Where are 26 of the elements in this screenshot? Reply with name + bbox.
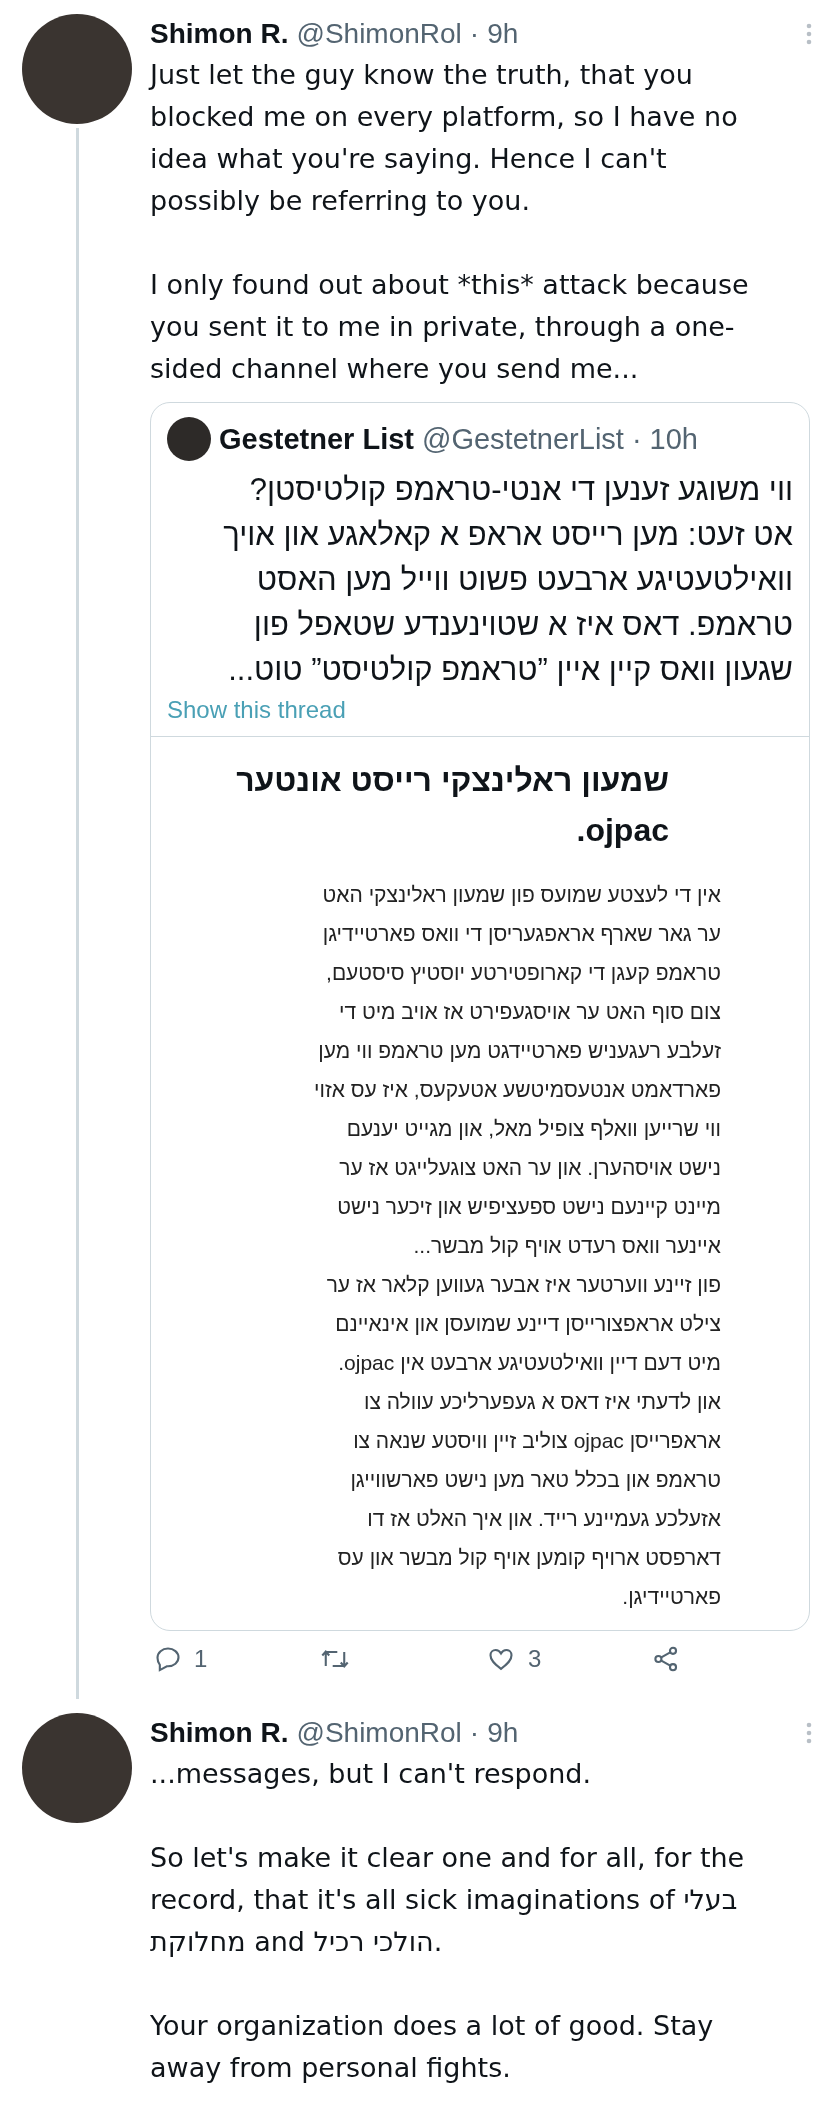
separator-dot: · — [469, 18, 480, 50]
author-name[interactable]: Shimon R. — [150, 18, 289, 50]
tweet-text: ...messages, but I can't respond. — [150, 1757, 593, 1791]
author-handle[interactable]: @ShimonRol — [296, 18, 462, 50]
quoted-tweet-card[interactable] — [150, 402, 810, 1631]
tweet-time[interactable]: 9h — [487, 18, 519, 50]
tweet-time[interactable]: 10h — [649, 422, 698, 456]
author-handle[interactable]: @GestetnerList — [422, 422, 624, 456]
separator-dot: · — [631, 422, 642, 456]
avatar-placeholder[interactable] — [167, 417, 211, 461]
author-name[interactable]: Gestetner List — [219, 422, 414, 456]
tweet-text: I only found out about *this* attack because you sent it to me in private, through a one-sided channel where you send me... — [150, 268, 750, 386]
share-icon[interactable] — [652, 1645, 680, 1673]
author-handle[interactable]: @ShimonRol — [296, 1717, 462, 1749]
tweet-time[interactable]: 9h — [487, 1717, 519, 1749]
tweet-text: Your organization does a lot of good. Stay away from personal fights. — [150, 2009, 715, 2085]
separator-dot: · — [469, 1717, 480, 1749]
document-title: שמעון ראלינצקי רייסט אונטער ojpac. — [235, 761, 670, 850]
document-text: אין די לעצטע שמועס פון שמעון ראלינצקי האט ער גאר שארף אראפגעריסן די וואס פארטיידיגן טראמפ קעגן די קארופטירטע יוסטיץ סיסטעם, צום סוף האט ער אויסגעפירט אז אויב מיט די זעלבע רעגעניש פארטיידגט מען טראמפ ווי מען פארדאמט אנטעסמיטשע אטעקעס, איז עס אזוי ווי שרייען וואלף צופיל מאל, און מגייט יענעם נישט אויסהערן. און ער האט צוגעלייגט אז ער מיינט קיינעם נישט ספעציפיש און זיכער נישט איינער וואס רעדט אויף קול מבשר... פון זיינע ווערטער איז אבער געווען קלאר אז ער צילט אראפצורייסן דיינע שמועסן און אינאיינם מיט דעם דיין וואילטעטיגע ארבעט אין ojpac. און לדעתי איז דאס א געפערליכע עוולה צו אראפרייסן ojpac צוליב זיין וויסטע שנאה צו טראמפ און בכלל טאר מען נישט פארשווייגן אזעלכע געמיינע רייד. און איך האלט אז דו דארפסט ארויף קומען אויף קול מבשר און עס פארטיידיגן. — [313, 882, 722, 1610]
quoted-tweet-text: ווי משוגע זענען די אנטי-טראמפ קולטיסטן? אט זעט: מען רייסט אראפ א קאלאגע און אויך וואילטעטיגע ארבעט פשוט ווייל מען האסט טראמפ. דאס איז א שטוינענדע שטאפל פון שגעון וואס קיין איין ”טראמפ קולטיסט” טוט... — [222, 471, 793, 689]
tweet-text: So let's make it clear one and for all, for the record, that it's all sick imaginations of בעלי מחלוקת and הולכי רכיל. — [150, 1841, 746, 1959]
like-button[interactable]: 3 — [486, 1645, 652, 1673]
reply-icon[interactable] — [154, 1645, 182, 1673]
tweet-text: Just let the guy know the truth, that you blocked me on every platform, so I have no idea what you're saying. Hence I can't possibly be referring to you. — [150, 58, 739, 218]
reply-button[interactable]: 1 — [154, 1645, 320, 1673]
author-name[interactable]: Shimon R. — [150, 1717, 289, 1749]
